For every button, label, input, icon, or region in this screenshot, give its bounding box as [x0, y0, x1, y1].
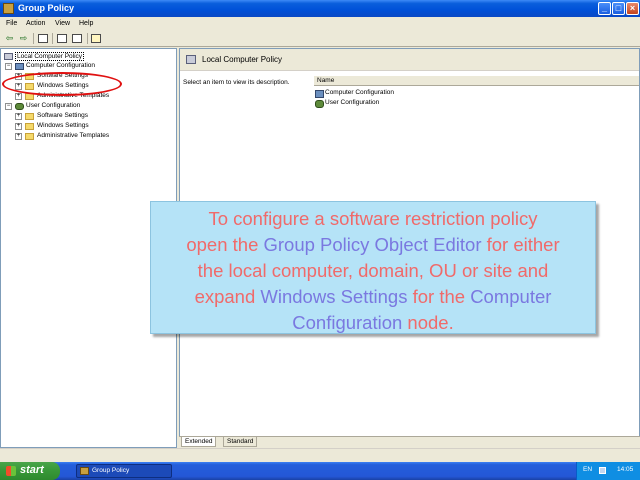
expand-icon[interactable]: + — [15, 93, 22, 100]
callout-highlight: Computer — [470, 286, 552, 307]
menu-action[interactable]: Action — [26, 20, 45, 27]
description-text: Select an item to view its description. — [183, 79, 290, 86]
callout-line-5: Configuration node. — [151, 310, 595, 336]
toolbar-separator — [52, 33, 53, 44]
tab-extended[interactable]: Extended — [181, 437, 217, 447]
menu-help[interactable]: Help — [79, 20, 93, 27]
window-title: Group Policy — [18, 3, 75, 13]
tree-item-label: Software Settings — [37, 112, 88, 119]
start-label: start — [20, 464, 44, 476]
policy-icon — [186, 55, 196, 64]
title-bar[interactable]: Group Policy _ □ × — [0, 0, 640, 17]
language-indicator[interactable]: EN — [583, 466, 592, 473]
user-icon — [15, 103, 24, 110]
tree-item-label: Local Computer Policy — [15, 52, 85, 61]
callout-text: node. — [402, 312, 454, 333]
details-header: Local Computer Policy — [180, 49, 639, 71]
computer-icon — [15, 63, 24, 70]
toolbar-separator — [87, 33, 88, 44]
folder-icon — [25, 123, 34, 130]
tree-item-label: User Configuration — [26, 102, 81, 109]
view-tabs: Extended Standard — [179, 436, 640, 448]
instruction-callout: To configure a software restriction poli… — [150, 201, 596, 334]
expand-icon[interactable]: + — [15, 113, 22, 120]
folder-icon — [25, 133, 34, 140]
start-button[interactable]: start — [0, 462, 60, 480]
callout-line-4: expand Windows Settings for the Computer — [151, 284, 595, 310]
expand-icon[interactable]: + — [15, 123, 22, 130]
tree-item-label: Administrative Templates — [37, 132, 110, 139]
toolbar: ⇦ ⇨ — [0, 30, 640, 47]
callout-text: for the — [407, 286, 471, 307]
back-arrow-icon[interactable]: ⇦ — [4, 33, 15, 44]
maximize-button[interactable]: □ — [612, 2, 625, 15]
help-icon[interactable] — [91, 34, 101, 43]
callout-text: expand — [194, 286, 261, 307]
tray-network-icon[interactable] — [599, 467, 606, 474]
collapse-icon[interactable]: − — [5, 63, 12, 70]
minimize-button[interactable]: _ — [598, 2, 611, 15]
close-button[interactable]: × — [626, 2, 639, 15]
menu-bar: File Action View Help — [0, 17, 640, 30]
tab-standard[interactable]: Standard — [223, 437, 258, 447]
system-tray: EN 14:05 — [576, 462, 640, 480]
tree-item-label: Windows Settings — [37, 122, 89, 129]
highlight-circle — [2, 72, 122, 96]
folder-icon — [25, 113, 34, 120]
callout-highlight: Windows Settings — [260, 286, 408, 307]
column-name-label: Name — [317, 77, 335, 84]
list-item-label: Computer Configuration — [325, 89, 395, 96]
details-title: Local Computer Policy — [202, 55, 283, 64]
computer-icon — [315, 90, 324, 98]
status-bar — [0, 448, 640, 462]
expand-icon[interactable]: + — [15, 133, 22, 140]
callout-text: open the — [186, 234, 264, 255]
menu-file[interactable]: File — [6, 20, 17, 27]
taskbar-item-label: Group Policy — [92, 467, 130, 474]
taskbar-item-group-policy[interactable]: Group Policy — [76, 464, 172, 478]
clock: 14:05 — [617, 466, 634, 473]
collapse-icon[interactable]: − — [5, 103, 12, 110]
callout-text: for either — [481, 234, 560, 255]
callout-line-1: To configure a software restriction poli… — [151, 206, 595, 232]
group-policy-app-icon — [3, 3, 14, 14]
windows-logo-icon — [6, 466, 16, 476]
forward-arrow-icon[interactable]: ⇨ — [18, 33, 29, 44]
menu-view[interactable]: View — [55, 20, 70, 27]
user-icon — [315, 100, 324, 108]
taskbar: start Group Policy EN 14:05 — [0, 462, 640, 480]
toolbar-separator — [33, 33, 34, 44]
callout-highlight: Configuration — [292, 312, 403, 333]
tree-item-label: Computer Configuration — [26, 62, 96, 69]
show-hide-tree-icon[interactable] — [38, 34, 48, 43]
list-item-label: User Configuration — [325, 99, 380, 106]
export-list-icon[interactable] — [72, 34, 82, 43]
group-policy-app-icon — [80, 467, 89, 475]
properties-icon[interactable] — [57, 34, 67, 43]
callout-text: the local computer, domain, OU or site a… — [197, 260, 549, 281]
callout-highlight: Group Policy Object Editor — [263, 234, 482, 255]
column-header[interactable]: Name — [314, 76, 639, 86]
callout-text: To configure a software restriction poli… — [208, 208, 538, 229]
callout-line-2: open the Group Policy Object Editor for … — [151, 232, 595, 258]
policy-icon — [4, 53, 13, 60]
callout-line-3: the local computer, domain, OU or site a… — [151, 258, 595, 284]
